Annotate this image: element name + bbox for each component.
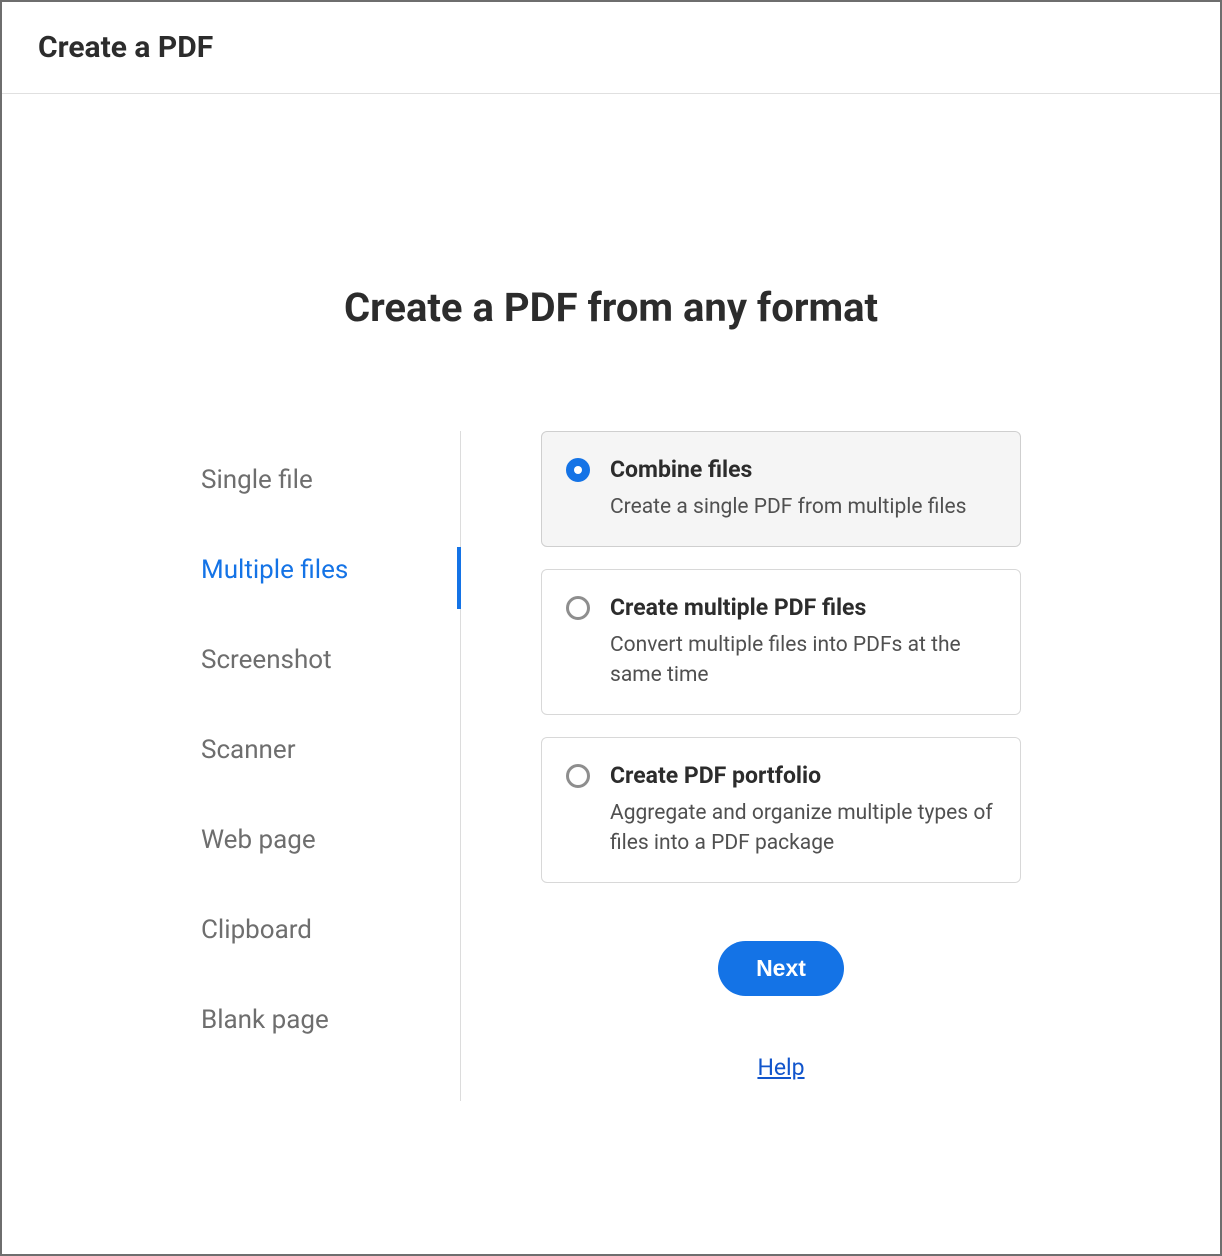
option-description: Create a single PDF from multiple files (610, 493, 996, 522)
help-link[interactable]: Help (757, 1054, 804, 1081)
dialog-title: Create a PDF (38, 30, 1184, 65)
sidebar-item-web-page[interactable]: Web page (201, 811, 460, 869)
sidebar-item-label: Scanner (201, 735, 296, 765)
sidebar-item-single-file[interactable]: Single file (201, 451, 460, 509)
option-title: Create PDF portfolio (610, 762, 996, 789)
option-create-multiple-pdf[interactable]: Create multiple PDF files Convert multip… (541, 569, 1021, 715)
source-type-sidebar: Single file Multiple files Screenshot Sc… (201, 431, 461, 1101)
option-title: Create multiple PDF files (610, 594, 996, 621)
option-create-pdf-portfolio[interactable]: Create PDF portfolio Aggregate and organ… (541, 737, 1021, 883)
sidebar-item-screenshot[interactable]: Screenshot (201, 631, 460, 689)
dialog-window: Create a PDF Create a PDF from any forma… (0, 0, 1222, 1256)
option-description: Convert multiple files into PDFs at the … (610, 631, 996, 690)
main-area: Single file Multiple files Screenshot Sc… (201, 431, 1021, 1101)
dialog-header: Create a PDF (2, 2, 1220, 94)
radio-icon (566, 458, 590, 482)
sidebar-item-label: Single file (201, 465, 313, 495)
dialog-content: Create a PDF from any format Single file… (2, 94, 1220, 1254)
sidebar-item-clipboard[interactable]: Clipboard (201, 901, 460, 959)
option-text: Combine files Create a single PDF from m… (610, 456, 996, 522)
sidebar-item-label: Blank page (201, 1005, 329, 1035)
sidebar-item-label: Web page (201, 825, 316, 855)
sidebar-item-label: Multiple files (201, 555, 348, 585)
sidebar-item-label: Screenshot (201, 645, 332, 675)
option-text: Create PDF portfolio Aggregate and organ… (610, 762, 996, 858)
sidebar-item-scanner[interactable]: Scanner (201, 721, 460, 779)
radio-icon (566, 596, 590, 620)
options-panel: Combine files Create a single PDF from m… (461, 431, 1021, 1101)
radio-icon (566, 764, 590, 788)
sidebar-item-label: Clipboard (201, 915, 312, 945)
option-text: Create multiple PDF files Convert multip… (610, 594, 996, 690)
main-heading: Create a PDF from any format (344, 284, 878, 331)
sidebar-item-multiple-files[interactable]: Multiple files (201, 541, 460, 599)
option-description: Aggregate and organize multiple types of… (610, 799, 996, 858)
option-combine-files[interactable]: Combine files Create a single PDF from m… (541, 431, 1021, 547)
sidebar-item-blank-page[interactable]: Blank page (201, 991, 460, 1049)
option-title: Combine files (610, 456, 996, 483)
next-button[interactable]: Next (718, 941, 844, 996)
